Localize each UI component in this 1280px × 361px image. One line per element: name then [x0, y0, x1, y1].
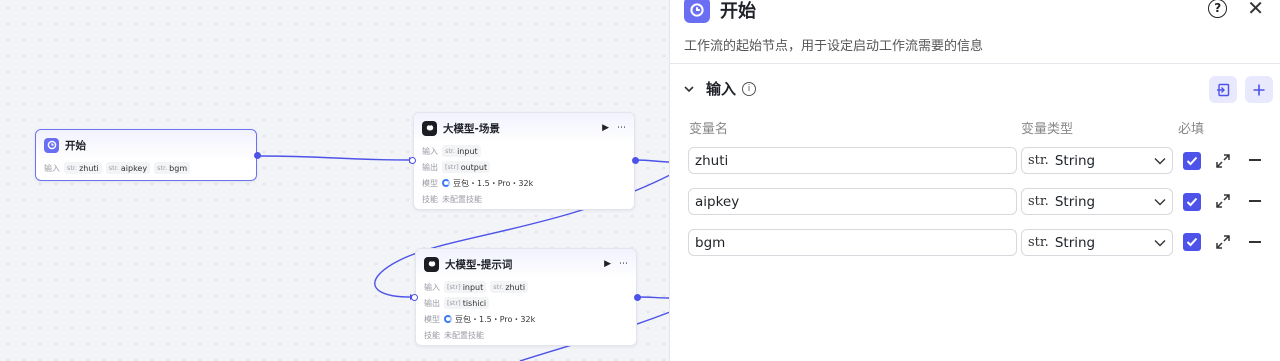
- param-tag: str. zhuti: [490, 281, 529, 293]
- string-type-icon: str.: [1028, 194, 1049, 209]
- variable-name-input[interactable]: [688, 147, 1017, 174]
- variable-name-input[interactable]: [688, 229, 1017, 256]
- model-label: 模型: [424, 314, 440, 324]
- expand-icon[interactable]: [1215, 153, 1231, 169]
- input-label: 输入: [44, 163, 60, 173]
- skill-label: 技能: [424, 330, 440, 340]
- chevron-down-icon: [684, 85, 694, 92]
- llm-prompt-input-port[interactable]: [411, 294, 418, 301]
- param-tag: [str] input: [444, 281, 487, 293]
- required-checkbox[interactable]: [1183, 233, 1201, 251]
- col-header-name: 变量名: [689, 122, 729, 137]
- plus-icon: [1253, 84, 1265, 95]
- llm-scene-output-port[interactable]: [632, 157, 639, 164]
- start-icon: [44, 137, 59, 153]
- divider: [670, 63, 1280, 64]
- workflow-canvas[interactable]: 开始 输入 str. zhuti str. aipkey str. bgm 大模型-场…: [0, 0, 670, 361]
- skill-label: 技能: [422, 194, 438, 204]
- edge-start-to-scene: [257, 155, 413, 161]
- check-icon: [1186, 197, 1198, 207]
- llm-scene-title: 大模型-场景: [443, 122, 500, 135]
- play-icon[interactable]: ▶: [602, 123, 609, 133]
- variable-type-select[interactable]: str. String: [1021, 147, 1173, 174]
- variable-name-input[interactable]: [688, 188, 1017, 215]
- param-tag: str. zhuti: [64, 162, 102, 174]
- input-label: 输入: [422, 146, 438, 156]
- expand-icon[interactable]: [1215, 234, 1231, 250]
- output-label: 输出: [422, 162, 438, 172]
- doubao-icon: [442, 179, 450, 187]
- param-tag: str. input: [442, 145, 481, 157]
- variable-type-select[interactable]: str. String: [1021, 188, 1173, 215]
- info-icon[interactable]: i: [742, 81, 757, 96]
- panel-title[interactable]: 开始: [720, 0, 756, 23]
- import-button[interactable]: [1209, 76, 1237, 103]
- help-icon[interactable]: ?: [1208, 0, 1228, 18]
- llm-scene-node[interactable]: 大模型-场景 ▶ ⋯ 输入 str. input 输出 [str] output 模…: [413, 112, 635, 210]
- check-icon: [1186, 156, 1198, 166]
- remove-variable-button[interactable]: [1249, 159, 1261, 161]
- model-label: 模型: [422, 178, 438, 188]
- param-tag: str. bgm: [154, 162, 191, 174]
- edge-scene-out: [635, 159, 670, 163]
- more-icon[interactable]: ⋯: [619, 259, 628, 269]
- expand-icon[interactable]: [1215, 193, 1231, 209]
- panel-header: 开始: [684, 0, 756, 23]
- string-type-icon: str.: [1028, 235, 1049, 250]
- check-icon: [1186, 237, 1198, 247]
- type-value: String: [1054, 152, 1096, 169]
- node-config-panel: 开始 ? ✕ 工作流的起始节点，用于设定启动工作流需要的信息 输入 i 变量名 …: [669, 0, 1280, 361]
- param-tag: str. aipkey: [105, 162, 151, 174]
- llm-prompt-output-port[interactable]: [634, 294, 641, 301]
- type-value: String: [1054, 234, 1096, 251]
- start-icon: [684, 0, 710, 23]
- llm-scene-input-port[interactable]: [409, 157, 416, 164]
- col-header-type: 变量类型: [1021, 122, 1074, 137]
- llm-prompt-node[interactable]: 大模型-提示词 ▶ ⋯ 输入 [str] input str. zhuti 输出 […: [415, 248, 637, 346]
- model-value: 豆包・1.5・Pro・32k: [442, 178, 533, 189]
- import-icon: [1217, 83, 1230, 96]
- param-tag: [str] tishici: [444, 297, 490, 309]
- chevron-down-icon: [1154, 157, 1166, 164]
- output-label: 输出: [424, 298, 440, 308]
- skill-value: 未配置技能: [442, 194, 482, 204]
- param-tag: [str] output: [442, 161, 491, 173]
- col-header-required: 必填: [1178, 122, 1205, 137]
- doubao-icon: [444, 315, 452, 323]
- input-label: 输入: [424, 282, 440, 292]
- string-type-icon: str.: [1028, 153, 1049, 168]
- add-variable-button[interactable]: [1245, 76, 1273, 103]
- type-value: String: [1054, 193, 1096, 210]
- llm-prompt-title: 大模型-提示词: [445, 258, 513, 271]
- more-icon[interactable]: ⋯: [617, 123, 626, 133]
- chevron-down-icon: [1154, 198, 1166, 205]
- required-checkbox[interactable]: [1183, 152, 1201, 170]
- input-section-header[interactable]: 输入 i: [684, 78, 757, 99]
- chevron-down-icon: [1154, 239, 1166, 246]
- start-node[interactable]: 开始 输入 str. zhuti str. aipkey str. bgm: [35, 129, 257, 181]
- start-output-port[interactable]: [254, 152, 261, 159]
- play-icon[interactable]: ▶: [604, 259, 611, 269]
- skill-value: 未配置技能: [444, 330, 484, 340]
- remove-variable-button[interactable]: [1249, 200, 1261, 202]
- input-section-title: 输入: [706, 80, 737, 98]
- close-icon[interactable]: ✕: [1247, 0, 1264, 18]
- remove-variable-button[interactable]: [1249, 241, 1261, 243]
- llm-icon: [424, 256, 439, 272]
- panel-description: 工作流的起始节点，用于设定启动工作流需要的信息: [684, 39, 984, 54]
- required-checkbox[interactable]: [1183, 193, 1201, 211]
- start-node-title: 开始: [65, 139, 86, 152]
- variable-type-select[interactable]: str. String: [1021, 229, 1173, 256]
- edge-prompt-out: [636, 296, 670, 299]
- model-value: 豆包・1.5・Pro・32k: [444, 314, 535, 325]
- llm-icon: [422, 120, 437, 136]
